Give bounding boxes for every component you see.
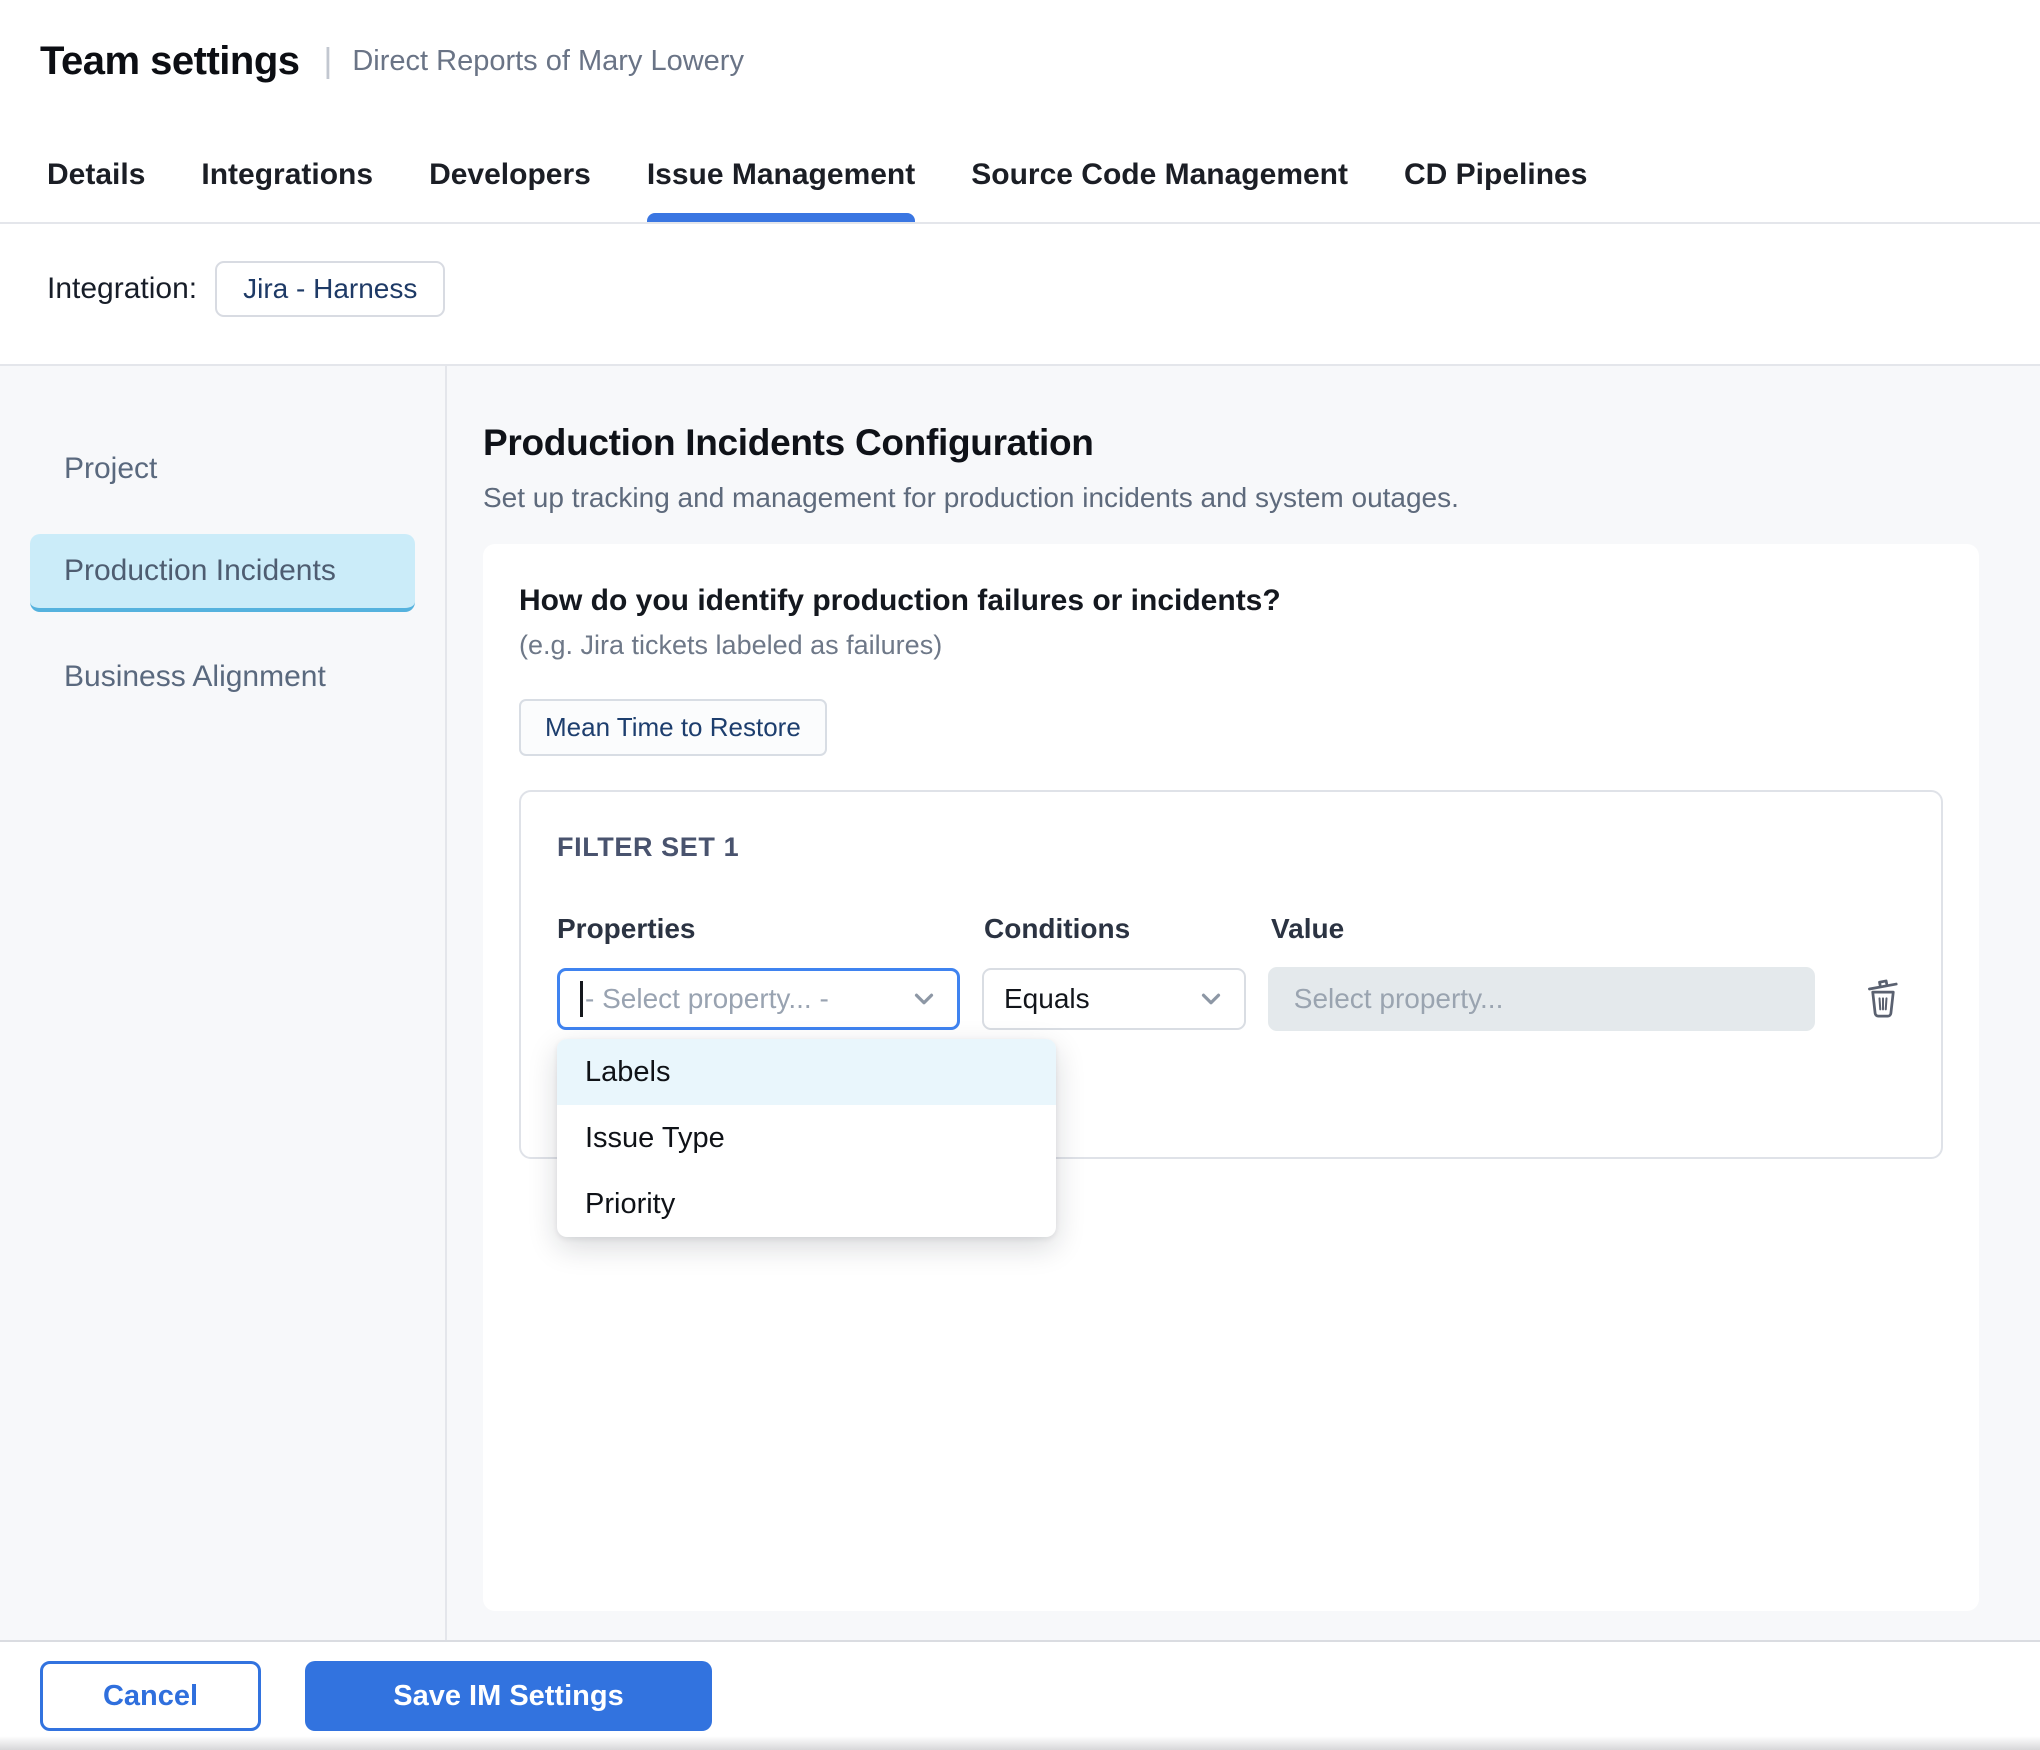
sidebar-item-production-incidents[interactable]: Production Incidents — [30, 534, 415, 612]
sidebar-item-project[interactable]: Project — [30, 430, 415, 508]
conditions-selected-value: Equals — [1004, 983, 1090, 1015]
page-footer: Cancel Save IM Settings — [0, 1640, 2040, 1750]
chevron-down-icon — [909, 984, 939, 1014]
settings-sidebar: Project Production Incidents Business Al… — [0, 366, 447, 1640]
properties-select[interactable]: - Select property... - — [557, 968, 960, 1030]
title-separator: | — [324, 42, 333, 81]
trash-icon — [1861, 975, 1905, 1024]
integration-chip[interactable]: Jira - Harness — [215, 261, 445, 317]
page-header: Team settings | Direct Reports of Mary L… — [0, 0, 2040, 106]
value-input[interactable] — [1268, 967, 1815, 1031]
page-title: Team settings — [40, 39, 300, 84]
save-im-settings-button[interactable]: Save IM Settings — [305, 1661, 712, 1731]
mean-time-to-restore-chip[interactable]: Mean Time to Restore — [519, 699, 827, 756]
delete-filter-button[interactable] — [1861, 975, 1905, 1024]
tab-developers[interactable]: Developers — [429, 158, 591, 222]
question-heading: How do you identify production failures … — [519, 584, 1943, 618]
filter-row: - Select property... - Equals — [557, 967, 1905, 1031]
filter-set-1: FILTER SET 1 Properties Conditions Value… — [519, 790, 1943, 1159]
tab-issue-management[interactable]: Issue Management — [647, 158, 915, 222]
content-area: Project Production Incidents Business Al… — [0, 364, 2040, 1640]
properties-dropdown-menu: Labels Issue Type Priority — [557, 1039, 1056, 1237]
integration-bar: Integration: Jira - Harness — [0, 224, 2040, 364]
value-column-label: Value — [1271, 913, 1821, 945]
cancel-button[interactable]: Cancel — [40, 1661, 261, 1731]
properties-placeholder: - Select property... - — [585, 983, 829, 1015]
active-tab-underline — [647, 213, 915, 222]
section-subtitle: Set up tracking and management for produ… — [483, 482, 1980, 514]
tab-cd-pipelines[interactable]: CD Pipelines — [1404, 158, 1587, 222]
section-title: Production Incidents Configuration — [483, 422, 1980, 464]
dropdown-option-priority[interactable]: Priority — [557, 1171, 1056, 1237]
page-bottom-shadow — [0, 1736, 2040, 1750]
chevron-down-icon — [1196, 984, 1226, 1014]
main-panel: Production Incidents Configuration Set u… — [447, 366, 2040, 1640]
tab-details[interactable]: Details — [47, 158, 145, 222]
integration-label: Integration: — [47, 272, 197, 306]
question-hint: (e.g. Jira tickets labeled as failures) — [519, 630, 1943, 661]
tab-integrations[interactable]: Integrations — [201, 158, 373, 222]
page-subtitle: Direct Reports of Mary Lowery — [352, 45, 744, 78]
incidents-config-card: How do you identify production failures … — [483, 544, 1979, 1611]
tab-bar: Details Integrations Developers Issue Ma… — [0, 106, 2040, 224]
filter-column-headers: Properties Conditions Value — [557, 913, 1905, 945]
filter-set-title: FILTER SET 1 — [557, 832, 1905, 863]
sidebar-item-business-alignment[interactable]: Business Alignment — [30, 638, 415, 716]
tab-source-code-management[interactable]: Source Code Management — [971, 158, 1348, 222]
text-cursor — [580, 981, 583, 1017]
conditions-column-label: Conditions — [984, 913, 1249, 945]
dropdown-option-issue-type[interactable]: Issue Type — [557, 1105, 1056, 1171]
dropdown-option-labels[interactable]: Labels — [557, 1039, 1056, 1105]
conditions-select[interactable]: Equals — [982, 968, 1246, 1030]
properties-column-label: Properties — [557, 913, 962, 945]
